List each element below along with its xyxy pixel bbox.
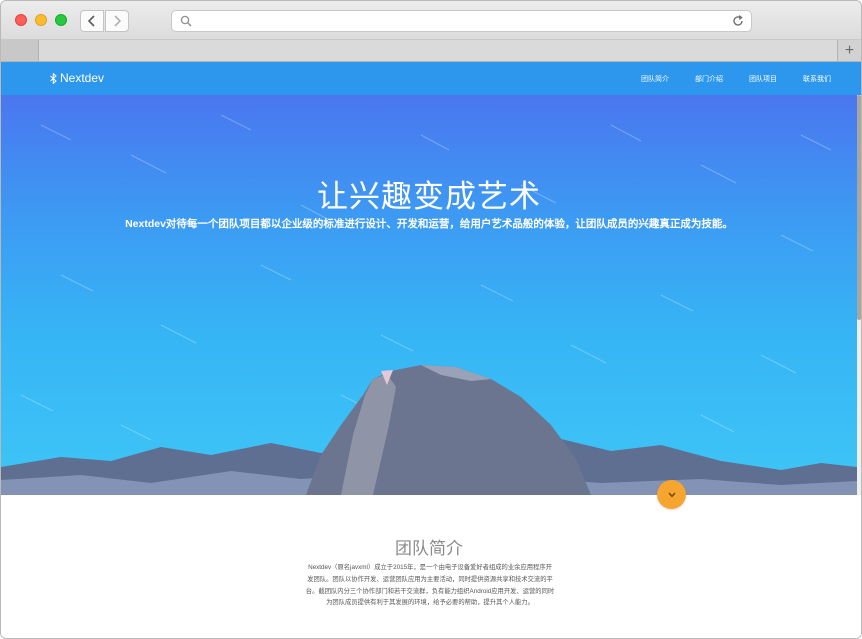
brand-name: Nextdev: [60, 71, 105, 85]
bluetooth-icon: [50, 72, 57, 84]
chevron-left-icon: [87, 15, 95, 27]
close-window-button[interactable]: [15, 14, 27, 26]
team-intro-text: Nextdev（原名javxml）成立于2015年，是一个由电子设备爱好者组成的…: [305, 564, 555, 607]
web-page: Nextdev 团队简介 部门介绍 团队项目 联系我们 让兴趣变成艺术 Next…: [1, 62, 861, 638]
search-icon: [180, 15, 192, 27]
minimize-window-button[interactable]: [35, 14, 47, 26]
hero-banner: 让兴趣变成艺术 Nextdev对待每一个团队项目都以企业级的标准进行设计、开发和…: [1, 95, 857, 495]
new-tab-button[interactable]: +: [837, 40, 861, 61]
plus-icon: +: [844, 41, 855, 59]
scroll-down-button[interactable]: [657, 480, 686, 509]
forward-button[interactable]: [105, 10, 129, 32]
nav-link-team-intro[interactable]: 团队简介: [641, 74, 669, 84]
hero-title: 让兴趣变成艺术: [317, 179, 541, 214]
nav-link-departments[interactable]: 部门介绍: [695, 74, 723, 84]
back-button[interactable]: [80, 10, 104, 32]
reload-icon[interactable]: [731, 14, 745, 28]
chevron-down-icon: [667, 491, 676, 497]
hero-subtitle: Nextdev对待每一个团队项目都以企业级的标准进行设计、开发和运营，给用户艺术…: [125, 218, 733, 230]
nav-link-contact[interactable]: 联系我们: [803, 74, 831, 84]
nav-link-projects[interactable]: 团队项目: [749, 74, 777, 84]
page-scrollbar[interactable]: [857, 95, 861, 495]
chevron-right-icon: [114, 15, 122, 27]
site-navbar: Nextdev 团队简介 部门介绍 团队项目 联系我们: [1, 62, 861, 95]
tab-strip: +: [1, 40, 861, 62]
brand-logo[interactable]: Nextdev: [49, 71, 104, 85]
scrollbar-thumb[interactable]: [857, 95, 861, 320]
tab-left[interactable]: [1, 40, 39, 61]
zoom-window-button[interactable]: [55, 14, 67, 26]
browser-window: + Nextdev 团队简介 部门介绍 团队项目 联系我们 让兴趣变成艺术 Ne…: [0, 0, 862, 639]
hero-background-image: [1, 114, 857, 495]
browser-toolbar: [1, 1, 861, 40]
tab-active[interactable]: [39, 40, 837, 61]
address-bar[interactable]: [171, 10, 752, 32]
team-intro-title: 团队简介: [395, 539, 463, 558]
nav-links: 团队简介 部门介绍 团队项目 联系我们: [641, 74, 831, 84]
